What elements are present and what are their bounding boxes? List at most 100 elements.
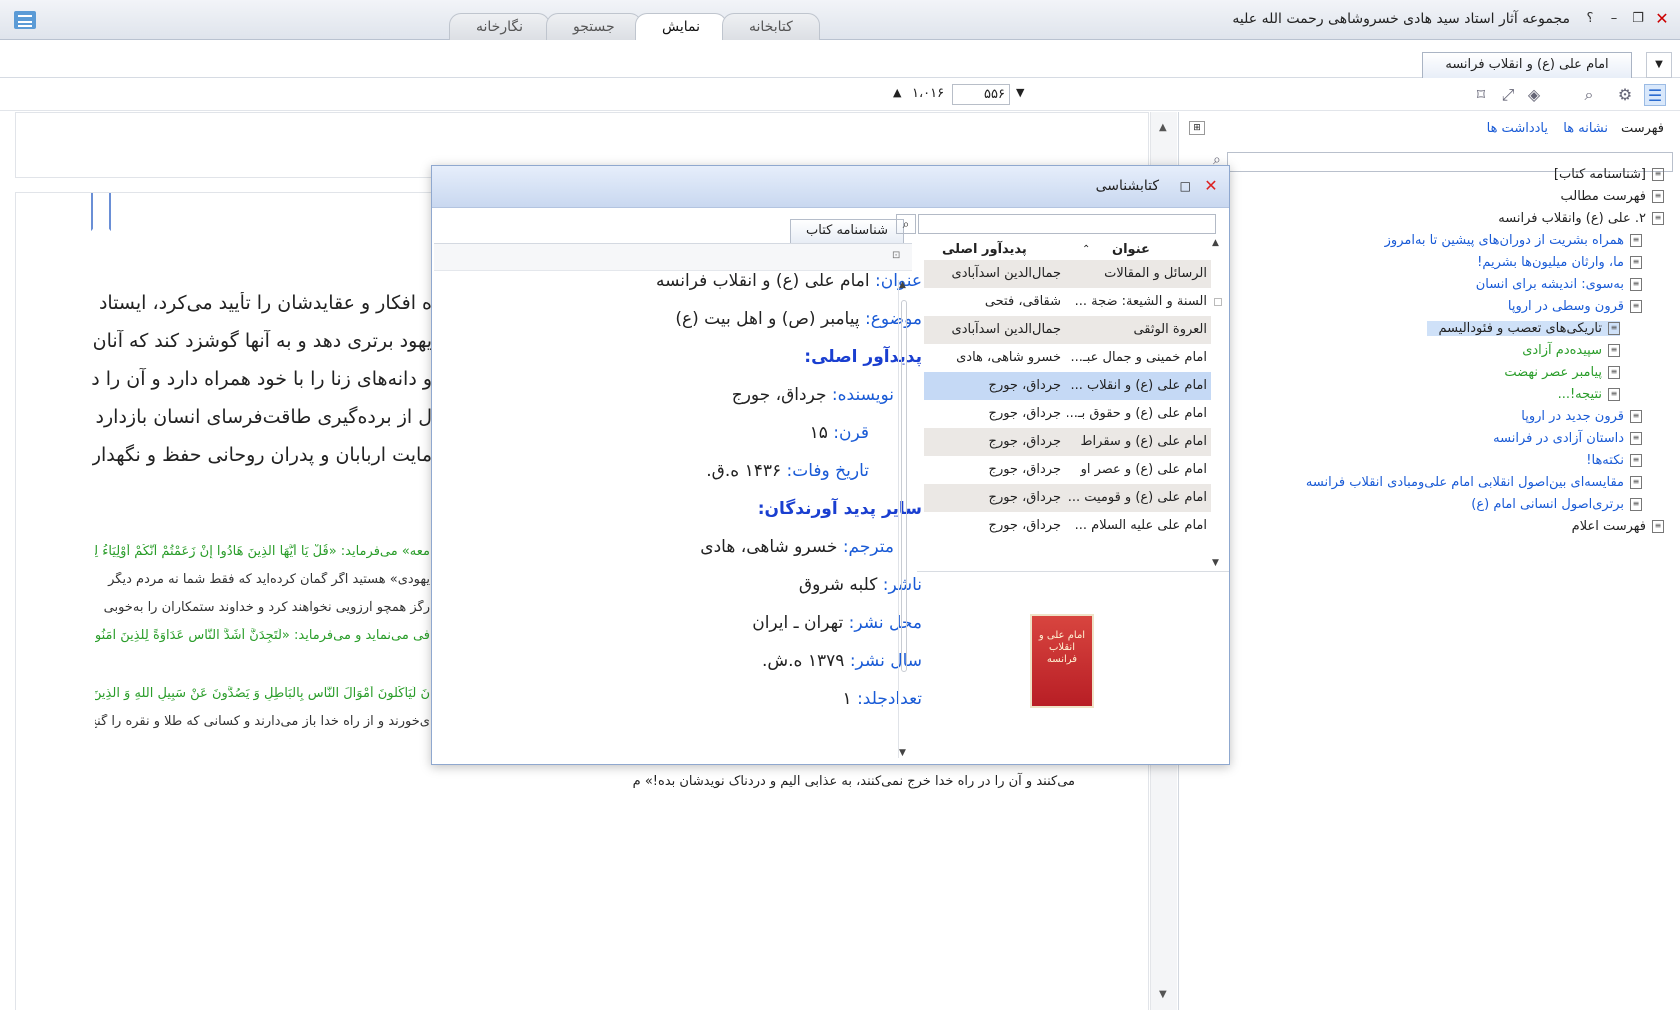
info-field: عنوان: امام علی (ع) و انقلاب فرانسه — [656, 271, 922, 291]
tab-gallery[interactable]: نگارخانه — [449, 13, 550, 40]
field-label: سال نشر: — [849, 651, 922, 671]
tree-item[interactable]: ≡ پیامبر عصر نهضت — [1504, 365, 1620, 380]
book-list-row[interactable]: امام علی (ع) و عصر او جرداق، جورج — [924, 456, 1211, 484]
chevron-down-icon[interactable]: ▼ — [1646, 52, 1672, 78]
tree-item[interactable]: ≡ ما، وارثان میلیون‌ها بشریم! — [1477, 255, 1642, 270]
fullscreen-icon[interactable]: ⤢ — [1497, 84, 1519, 106]
tree-item[interactable]: ≡ همراه بشریت از دوران‌های پیشین تا به‌ام… — [1385, 233, 1642, 248]
bookmark-icon[interactable]: ⌑ — [1470, 84, 1492, 106]
reader-text-line: ل از برده‌گیری طاقت‌فرسای انسان بازدارد … — [92, 406, 432, 428]
book-list-row[interactable]: امام علی علیه السلام ... جرداق، جورج — [924, 512, 1211, 540]
page-input[interactable]: ۵۵۶ — [952, 84, 1010, 105]
tree-item[interactable]: ≡ برتری‌اصول انسانی امام (ع) — [1471, 497, 1642, 512]
page-up-icon[interactable]: ▼ — [1016, 86, 1024, 99]
tab-library[interactable]: کتابخانه — [722, 13, 820, 40]
book-list-row[interactable]: امام علی (ع) و سقراط جرداق، جورج — [924, 428, 1211, 456]
restore-button[interactable]: ❐ — [1628, 10, 1648, 28]
gear-icon[interactable]: ⚙ — [1614, 84, 1636, 106]
list-search-input[interactable] — [918, 214, 1216, 234]
tree-item[interactable]: ≡ نکته‌ها! — [1586, 453, 1642, 468]
info-tab[interactable]: شناسنامه کتاب — [790, 219, 904, 243]
tree-item[interactable]: ≡ قرون وسطی در اروپا — [1508, 299, 1642, 314]
book-list-row[interactable]: الرسائل و المقالات جمال‌الدین اسدآبادی — [924, 260, 1211, 288]
reader-text-line: ه افکار و عقایدشان را تأیید می‌کرد، ایست… — [92, 292, 432, 314]
document-icon: ≡ — [1630, 234, 1642, 247]
tree-item-label: داستان آزادی در فرانسه — [1493, 431, 1624, 446]
minimize-button[interactable]: – — [1604, 10, 1624, 28]
close-button[interactable]: ✕ — [1652, 10, 1672, 28]
field-label: نویسنده: — [831, 385, 894, 405]
document-icon: ≡ — [1630, 498, 1642, 511]
document-tab[interactable]: امام علی (ع) و انقلاب فرانسه — [1422, 52, 1632, 78]
tree-item[interactable]: ≡ نتیجه!... — [1558, 387, 1620, 402]
row-author: جمال‌الدین اسدآبادی — [951, 266, 1061, 281]
row-title: السنة و الشیعة: ضجة ... — [1074, 294, 1207, 309]
column-title[interactable]: عنوان — [1112, 242, 1150, 257]
tree-item[interactable]: ≡ فهرست مطالب — [1561, 189, 1664, 204]
tree-item-label: فهرست مطالب — [1560, 189, 1646, 204]
book-list-row[interactable]: امام علی (ع) و قومیت ... جرداق، جورج — [924, 484, 1211, 512]
tree-item-label: نتیجه!... — [1557, 387, 1602, 402]
tree-item-label: پیامبر عصر نهضت — [1504, 365, 1602, 380]
field-label: محل نشر: — [848, 613, 922, 633]
list-scrollbar[interactable]: ▲ ▼ — [1212, 238, 1224, 568]
footnote-line: معه» می‌فرماید: «قُلْ يَا أَيُّهَا الَّذ… — [95, 544, 430, 559]
info-field: نویسنده: جرداق، جورج — [732, 385, 894, 405]
info-scrollbar[interactable]: ▲ ▼ — [898, 280, 910, 758]
tree-item-label: به‌سوی: اندیشه برای انسان — [1475, 277, 1624, 292]
search-icon[interactable]: ⌕ — [1578, 84, 1600, 106]
book-list-row[interactable]: امام علی (ع) و انقلاب ... جرداق، جورج — [924, 372, 1211, 400]
tree-item[interactable]: ≡ مقایسه‌ای بین‌اصول انقلابی امام علی‌ومب… — [1306, 475, 1642, 490]
tree-item[interactable]: ≡ قرون جدید در اروپا — [1521, 409, 1642, 424]
tree-item-label: برتری‌اصول انسانی امام (ع) — [1471, 497, 1624, 512]
footnote-line: رگز همچو آرزویی نخواهند کرد و خداوند ستم… — [103, 600, 430, 615]
tab-display[interactable]: نمایش — [635, 13, 728, 41]
row-author: جرداق، جورج — [988, 406, 1061, 421]
footnote-line: یهودی» هستید اگر گمان کرده‌اید که فقط شم… — [108, 572, 430, 587]
tree-item[interactable]: ≡ ۲. علی (ع) وانقلاب فرانسه — [1498, 211, 1664, 226]
sidebar-tab-bookmarks[interactable]: نشانه ها — [1563, 121, 1608, 136]
book-list-row[interactable]: امام خمینی و جمال عبـ... خسرو شاهی، هادی — [924, 344, 1211, 372]
tree-item[interactable]: ≡ تاریکی‌های تعصب و فئودالیسم — [1426, 321, 1620, 336]
help-button[interactable]: ؟ — [1580, 10, 1600, 28]
app-menu-icon[interactable] — [14, 11, 36, 29]
tree-item[interactable]: ≡ به‌سوی: اندیشه برای انسان — [1476, 277, 1642, 292]
document-icon: ≡ — [1652, 168, 1664, 181]
page-down-icon[interactable]: ▲ — [893, 86, 901, 99]
tree-item-label: همراه بشریت از دوران‌های پیشین تا به‌امر… — [1384, 233, 1624, 248]
document-icon: ≡ — [1608, 388, 1620, 401]
tree-item-label: نکته‌ها! — [1586, 453, 1624, 468]
dialog-title-bar: کتابشناسی □ ✕ — [432, 166, 1229, 208]
document-icon: ≡ — [1608, 322, 1620, 335]
column-author[interactable]: پدیدآور اصلی — [942, 242, 1027, 257]
tree-item[interactable]: ≡ سپیده‌دم آزادی — [1522, 343, 1620, 358]
sidebar-pin-icon[interactable]: ⊞ — [1189, 121, 1205, 135]
row-author: جرداق، جورج — [988, 434, 1061, 449]
tree-item[interactable]: ≡ [شناسنامه کتاب] — [1554, 167, 1664, 182]
list-icon[interactable]: ☰ — [1644, 84, 1666, 106]
sidebar-tab-notes[interactable]: یادداشت ها — [1487, 121, 1548, 136]
book-list-row[interactable]: امام علی (ع) و حقوق بـ... جرداق، جورج — [924, 400, 1211, 428]
field-value: تهران ـ ایران — [752, 613, 844, 633]
close-icon[interactable]: ✕ — [1201, 176, 1221, 196]
toolbar — [0, 78, 1680, 111]
sidebar-tab-contents[interactable]: فهرست — [1621, 121, 1664, 136]
book-list-row[interactable]: العروة الوثقی جمال‌الدین اسدآبادی — [924, 316, 1211, 344]
tree-item[interactable]: ≡ داستان آزادی در فرانسه — [1493, 431, 1642, 446]
tree-item-label: ما، وارثان میلیون‌ها بشریم! — [1477, 255, 1624, 270]
field-label: قرن: — [833, 423, 869, 443]
collapse-icon[interactable]: ⊡ — [892, 250, 900, 261]
document-icon: ≡ — [1630, 256, 1642, 269]
row-title: امام علی (ع) و سقراط — [1080, 434, 1207, 449]
row-title: امام علی (ع) و قومیت ... — [1067, 490, 1207, 505]
search-icon[interactable]: ⌕ — [896, 214, 916, 234]
tree-item[interactable]: ≡ فهرست اعلام — [1572, 519, 1664, 534]
sidebar: فهرست نشانه ها یادداشت ها ⊞ ⌕ ≡[شناسنامه… — [1178, 112, 1680, 1010]
app-title: مجموعه آثار استاد سید هادی خسروشاهی رحمت… — [1232, 11, 1570, 27]
layers-icon[interactable]: ◈ — [1523, 84, 1545, 106]
document-icon: ≡ — [1630, 454, 1642, 467]
tab-search[interactable]: جستجو — [546, 13, 642, 40]
row-author: شقاقی، فتحی — [984, 294, 1061, 309]
book-list-row[interactable]: السنة و الشیعة: ضجة ... شقاقی، فتحی — [924, 288, 1211, 316]
maximize-icon[interactable]: □ — [1180, 179, 1191, 193]
